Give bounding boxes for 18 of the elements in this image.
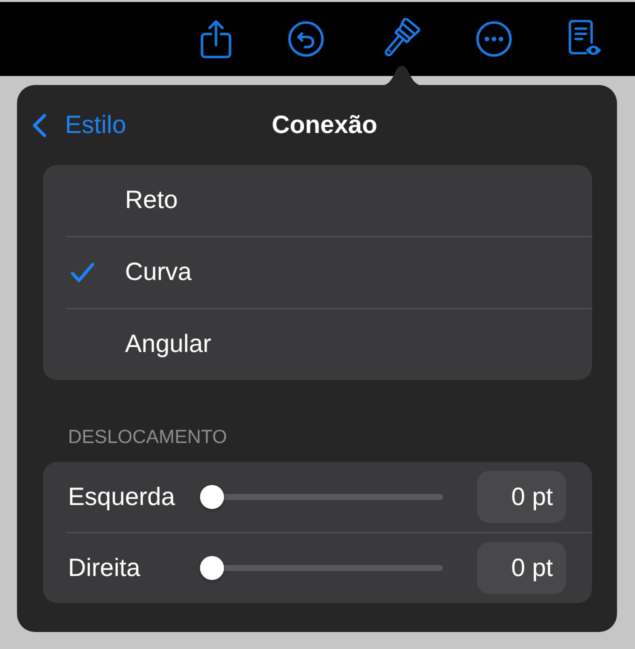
value-field[interactable]: 0 pt [477,471,566,523]
slider-thumb[interactable] [200,556,224,580]
undo-icon[interactable] [288,21,324,57]
back-button[interactable]: Estilo [32,110,126,140]
slider-label: Esquerda [68,482,176,512]
popover-title: Conexão [272,110,378,140]
slider-thumb[interactable] [200,485,224,509]
chevron-left-icon [32,112,47,138]
section-header: DESLOCAMENTO [68,426,228,450]
share-icon[interactable] [200,19,232,59]
slider-track[interactable] [200,485,443,509]
value-field[interactable]: 0 pt [477,542,566,594]
slider-track[interactable] [200,556,443,580]
connection-style-option[interactable]: Reto [43,165,592,236]
connection-style-option[interactable]: Curva [43,237,592,308]
connection-style-option[interactable]: Angular [43,309,592,380]
more-icon[interactable] [476,21,512,57]
slider-label: Direita [68,554,142,582]
